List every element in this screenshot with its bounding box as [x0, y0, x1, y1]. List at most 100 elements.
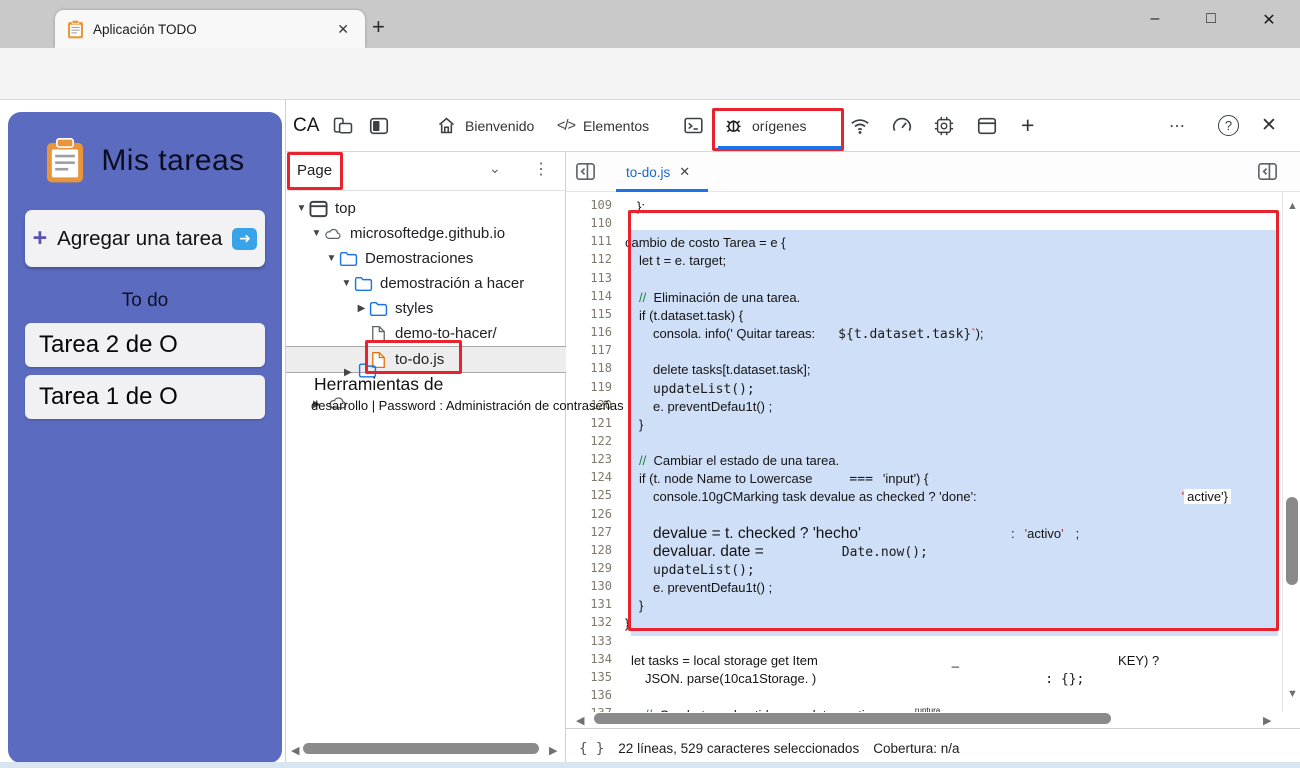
line-number[interactable]: 116: [590, 325, 612, 343]
debugger-toggle-icon[interactable]: [1256, 160, 1279, 183]
tree-item-demostraciones[interactable]: ▼ Demostraciones: [286, 246, 566, 271]
line-number[interactable]: 117: [590, 343, 612, 361]
more-tabs-button[interactable]: +: [1021, 100, 1034, 151]
scroll-right-icon[interactable]: ▶: [1263, 714, 1271, 727]
editor-tab-close-icon[interactable]: ✕: [679, 164, 690, 180]
tree-arrow-icon[interactable]: ▼: [339, 278, 354, 289]
line-number[interactable]: 130: [590, 579, 612, 597]
code-area[interactable]: 1091101111121131141151161171181191201211…: [566, 192, 1300, 712]
scroll-up-icon[interactable]: ▲: [1287, 200, 1298, 212]
todo-app-favicon-icon: [67, 20, 84, 39]
line-number[interactable]: 118: [590, 361, 612, 379]
network-conditions-button[interactable]: [849, 100, 871, 151]
line-number[interactable]: 113: [590, 271, 612, 289]
navigator-toggle-icon[interactable]: [574, 160, 597, 183]
line-number[interactable]: 135: [590, 670, 612, 688]
line-number[interactable]: 119: [590, 380, 612, 398]
tree-item-demo-to-hacer-[interactable]: demo-to-hacer/: [286, 321, 566, 346]
line-number[interactable]: 129: [590, 561, 612, 579]
scroll-left-icon[interactable]: ◀: [291, 744, 299, 757]
pretty-print-icon[interactable]: { }: [579, 741, 604, 757]
devtools-tab-origenes[interactable]: orígenes: [723, 100, 806, 151]
page-panel-header: Page ⌄ ⋮: [286, 152, 565, 191]
line-number[interactable]: 115: [590, 307, 612, 325]
scroll-right-icon[interactable]: ▶: [549, 744, 557, 757]
line-number[interactable]: 123: [590, 452, 612, 470]
line-number[interactable]: 133: [590, 634, 612, 652]
clipboard-logo-icon: [45, 138, 85, 184]
task-item[interactable]: Tarea 1 de O: [25, 375, 265, 419]
tree-item-microsoftedge-github-io[interactable]: ▼microsoftedge.github.io: [286, 221, 566, 246]
devtools-help-button[interactable]: ?: [1218, 100, 1239, 151]
new-tab-button[interactable]: +: [372, 14, 385, 40]
code-segment: let t = e. target;: [639, 253, 726, 268]
code-line: // Eliminación de una tarea.: [623, 289, 800, 307]
page-panel-label[interactable]: Page: [297, 162, 332, 179]
code-line: e. preventDefau1t() ;: [623, 579, 772, 597]
page-tree-pane: Page ⌄ ⋮ ▼top▼microsoftedge.github.io▼De…: [286, 152, 566, 768]
line-number[interactable]: 111: [590, 234, 612, 252]
tree-scrollbar-thumb[interactable]: [303, 743, 539, 754]
browser-tab[interactable]: Aplicación TODO ✕: [55, 10, 365, 48]
tree-item-label: demo-to-hacer/: [395, 325, 497, 342]
line-number[interactable]: 112: [590, 252, 612, 270]
line-number[interactable]: 125: [590, 488, 612, 506]
line-number[interactable]: 110: [590, 216, 612, 234]
performance-button[interactable]: [891, 100, 913, 151]
title-bar: Aplicación TODO ✕ + – □ ✕: [0, 0, 1300, 48]
line-number[interactable]: 137: [590, 706, 612, 712]
window-close-button[interactable]: ✕: [1252, 10, 1286, 30]
tree-item-styles[interactable]: ▶styles: [286, 296, 566, 321]
editor-file-tab[interactable]: to-do.js ✕: [616, 152, 700, 192]
tree-item-to-do-js[interactable]: to-do.js: [286, 346, 566, 373]
line-number[interactable]: 124: [590, 470, 612, 488]
code-line: if (t. node Name to Lowercase==='input')…: [623, 470, 928, 488]
tab-close-icon[interactable]: ✕: [333, 19, 353, 40]
tree-arrow-icon[interactable]: ▼: [309, 228, 324, 239]
task-item[interactable]: Tarea 2 de O: [25, 323, 265, 367]
line-number[interactable]: 121: [590, 416, 612, 434]
folder-icon: [369, 300, 388, 318]
devtools-panel: CA Bienvenido</>Elementosorígenes + ⋯ ? …: [285, 100, 1300, 768]
console-icon: [683, 115, 704, 136]
devtools-tab-elementos[interactable]: </>Elementos: [557, 100, 649, 151]
line-number[interactable]: 109: [590, 198, 612, 216]
tree-arrow-icon[interactable]: ▼: [294, 203, 309, 214]
tree-item-label: Demostraciones: [365, 250, 473, 267]
editor-hscroll-thumb[interactable]: [594, 713, 1111, 724]
devtools-tab-label: Bienvenido: [465, 118, 534, 134]
line-number[interactable]: 136: [590, 688, 612, 706]
editor-vertical-scrollbar[interactable]: ▲ ▼: [1282, 192, 1300, 712]
tree-item-demostraci-n-a-hacer[interactable]: ▼demostración a hacer: [286, 271, 566, 296]
line-number[interactable]: 128: [590, 543, 612, 561]
kebab-menu-icon[interactable]: ⋮: [533, 159, 549, 179]
line-number[interactable]: 114: [590, 289, 612, 307]
devtools-menu-button[interactable]: ⋯: [1169, 100, 1186, 151]
add-task-button[interactable]: + Agregar una tarea ➜: [25, 210, 265, 267]
tree-horizontal-scrollbar[interactable]: ◀ ▶: [286, 740, 566, 762]
line-number[interactable]: 131: [590, 597, 612, 615]
coverage-status: Cobertura: n/a: [873, 741, 959, 756]
help-icon: ?: [1218, 115, 1239, 136]
devtools-close-button[interactable]: ✕: [1261, 100, 1277, 151]
devtools-tab-label: Elementos: [583, 118, 649, 134]
tree-arrow-icon[interactable]: ▶: [354, 303, 369, 314]
tree-item-top[interactable]: ▼top: [286, 196, 566, 221]
line-number[interactable]: 134: [590, 652, 612, 670]
window-maximize-button[interactable]: □: [1194, 10, 1228, 28]
line-number[interactable]: 126: [590, 507, 612, 525]
application-button[interactable]: [933, 100, 955, 151]
window-minimize-button[interactable]: –: [1138, 10, 1172, 28]
scroll-down-icon[interactable]: ▼: [1287, 688, 1298, 700]
scroll-left-icon[interactable]: ◀: [576, 714, 584, 727]
line-number[interactable]: 127: [590, 525, 612, 543]
layout-button[interactable]: [976, 100, 998, 151]
chevron-down-icon[interactable]: ⌄: [489, 160, 501, 177]
tree-arrow-icon[interactable]: ▼: [324, 253, 339, 264]
line-number[interactable]: 132: [590, 615, 612, 633]
devtools-tab-bienvenido[interactable]: Bienvenido: [436, 100, 534, 151]
line-number[interactable]: 122: [590, 434, 612, 452]
code-segment: }: [639, 417, 643, 432]
editor-vscroll-thumb[interactable]: [1286, 497, 1298, 585]
devtools-tab-consola[interactable]: [683, 100, 704, 151]
